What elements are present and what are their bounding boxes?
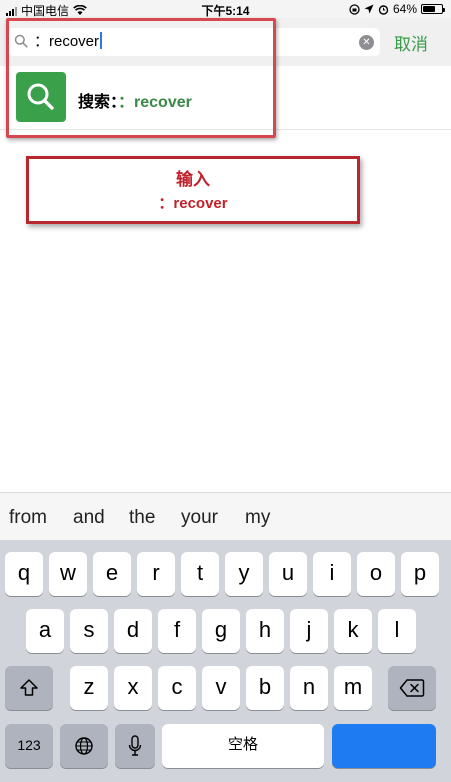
key-n[interactable]: n — [290, 666, 328, 710]
key-s[interactable]: s — [70, 609, 108, 653]
backspace-icon — [399, 679, 425, 697]
annotation-callout: 输入 ：recover — [26, 156, 360, 224]
prediction-my[interactable]: my — [245, 507, 270, 529]
key-g[interactable]: g — [202, 609, 240, 653]
key-x[interactable]: x — [114, 666, 152, 710]
status-right: 64% — [349, 2, 445, 16]
prediction-your[interactable]: your — [181, 507, 218, 529]
keyboard: q w e r t y u i o p a s d f g h j k l z … — [0, 540, 451, 782]
space-key[interactable]: 空格 — [162, 724, 324, 768]
key-q[interactable]: q — [5, 552, 43, 596]
key-d[interactable]: d — [114, 609, 152, 653]
alarm-icon — [378, 4, 389, 15]
key-v[interactable]: v — [202, 666, 240, 710]
key-a[interactable]: a — [26, 609, 64, 653]
key-u[interactable]: u — [269, 552, 307, 596]
numbers-key[interactable]: 123 — [5, 724, 53, 768]
battery-icon — [421, 4, 445, 14]
key-b[interactable]: b — [246, 666, 284, 710]
key-h[interactable]: h — [246, 609, 284, 653]
key-p[interactable]: p — [401, 552, 439, 596]
shift-key[interactable] — [5, 666, 53, 710]
backspace-key[interactable] — [388, 666, 436, 710]
annotation-line-1: 输入 — [176, 170, 210, 189]
shift-icon — [20, 679, 38, 696]
key-w[interactable]: w — [49, 552, 87, 596]
prediction-and[interactable]: and — [73, 507, 105, 529]
globe-key[interactable] — [60, 724, 108, 768]
key-j[interactable]: j — [290, 609, 328, 653]
return-key[interactable] — [332, 724, 436, 768]
key-c[interactable]: c — [158, 666, 196, 710]
key-z[interactable]: z — [70, 666, 108, 710]
key-t[interactable]: t — [181, 552, 219, 596]
key-y[interactable]: y — [225, 552, 263, 596]
location-icon — [364, 4, 374, 14]
highlight-outline — [6, 18, 276, 138]
microphone-key[interactable] — [115, 724, 155, 768]
key-l[interactable]: l — [378, 609, 416, 653]
annotation-line-2: ：recover — [158, 195, 228, 212]
key-r[interactable]: r — [137, 552, 175, 596]
microphone-icon — [128, 735, 142, 756]
key-k[interactable]: k — [334, 609, 372, 653]
status-bar: 中国电信 下午5:14 64% — [0, 0, 451, 18]
predictive-bar: from and the your my — [0, 492, 451, 540]
key-o[interactable]: o — [357, 552, 395, 596]
prediction-the[interactable]: the — [129, 507, 155, 529]
battery-level-fill — [423, 6, 435, 12]
clear-icon[interactable]: ✕ — [359, 35, 374, 50]
key-e[interactable]: e — [93, 552, 131, 596]
key-m[interactable]: m — [334, 666, 372, 710]
cancel-button[interactable]: 取消 — [394, 30, 428, 55]
orientation-lock-icon — [349, 3, 360, 15]
key-f[interactable]: f — [158, 609, 196, 653]
prediction-from[interactable]: from — [9, 507, 47, 529]
globe-icon — [75, 737, 93, 755]
key-i[interactable]: i — [313, 552, 351, 596]
battery-percent: 64% — [392, 2, 417, 16]
